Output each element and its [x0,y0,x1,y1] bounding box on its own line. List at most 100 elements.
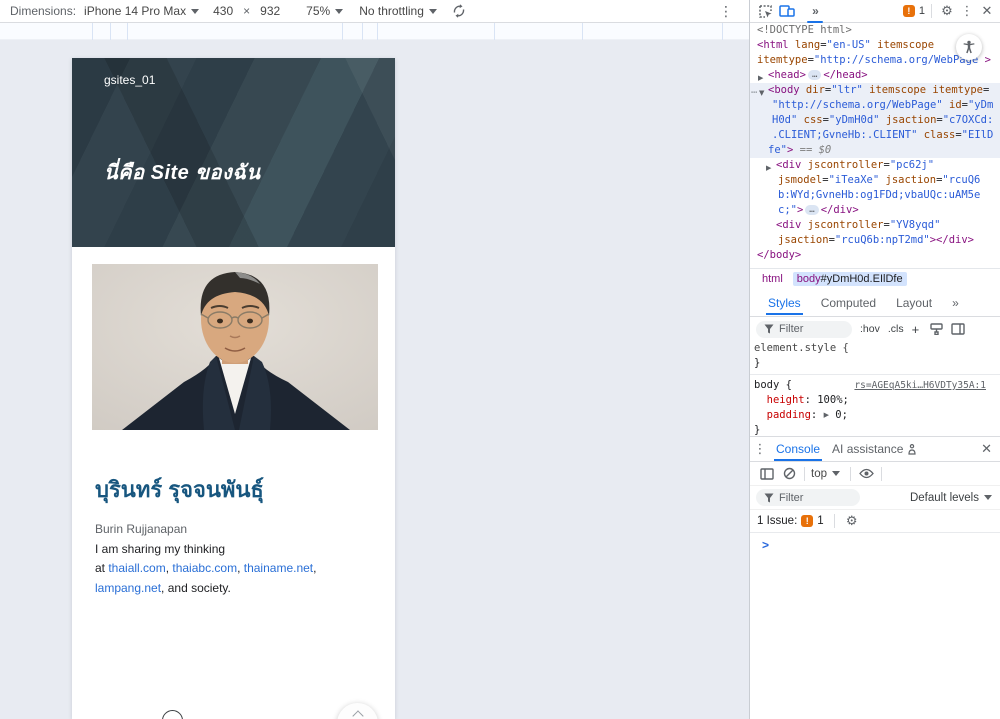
media-query-divider [110,23,111,40]
link-thaiall[interactable]: thaiall.com [108,561,165,575]
console-context-select[interactable]: top [811,468,840,480]
code-token: > [797,204,803,216]
code-token: jsaction [778,234,829,246]
accessibility-tree-button[interactable] [956,34,982,60]
media-query-divider [362,23,363,40]
log-levels-select[interactable]: Default levels [910,492,992,504]
clear-console-icon[interactable] [778,464,800,484]
dom-tree-line[interactable]: </body> [750,248,1000,263]
new-style-rule-icon[interactable]: + [912,322,920,337]
dom-tree-line[interactable]: fe"> == $0 [750,143,1000,158]
tab-ai-assistance[interactable]: AI assistance [826,438,923,460]
code-token: </body> [757,249,801,261]
dom-tree-line[interactable]: b:WYd;GvneHb:og1FDd;vbaUQc:uAM5e [750,188,1000,203]
tab-console[interactable]: Console [770,438,826,460]
code-token: class [917,129,955,141]
console-settings-gear-icon[interactable]: ⚙ [843,513,861,529]
code-token: > [978,54,991,66]
style-property[interactable]: padding: ▶ 0; [750,408,1000,423]
link-lampang[interactable]: lampang.net [95,581,161,595]
console-prompt-chevron: > [762,538,769,552]
device-toolbar-menu-icon[interactable]: ⋮ [719,3,733,20]
device-select[interactable]: iPhone 14 Pro Max [84,4,199,18]
link-thaiabc[interactable]: thaiabc.com [172,561,237,575]
dom-tree-line[interactable]: ▶<div jscontroller="pc62j" [750,158,1000,173]
breadcrumb-html[interactable]: html [758,272,787,286]
media-query-bar[interactable] [0,23,749,40]
dom-tree-line[interactable]: H0d" css="yDmH0d" jsaction="c7OXCd: [750,113,1000,128]
viewport-height-field[interactable]: 932 [260,4,280,18]
code-token: b:WYd;GvneHb:og1FDd;vbaUQc:uAM5e [778,189,980,201]
dom-tree-line[interactable]: .CLIENT;GvneHb:.CLIENT" class="EIlD [750,128,1000,143]
rendering-emulation-icon[interactable] [925,319,947,339]
tab-computed[interactable]: Computed [813,291,884,315]
toggle-classes-button[interactable]: .cls [888,323,904,335]
link-thainame[interactable]: thainame.net [244,561,313,575]
code-token: "en-US" [827,39,871,51]
adorner-ellipsis[interactable]: … [751,83,757,98]
style-token: 0; [829,409,848,421]
code-token: "rcuQ6b:npT2md" [835,234,930,246]
styles-filter-input[interactable]: Filter [756,321,852,338]
style-token: : [811,409,824,421]
devtools-menu-icon[interactable]: ⋮ [958,3,976,19]
code-token: "http://schema.org/WebPage [814,54,978,66]
throttling-select[interactable]: No throttling [359,4,437,18]
dom-tree-line[interactable]: <div jscontroller="YV8yqd" [750,218,1000,233]
dom-tree-line[interactable]: jsaction="rcuQ6b:npT2md"></div> [750,233,1000,248]
tab-styles[interactable]: Styles [760,291,809,315]
console-sidebar-toggle-icon[interactable] [756,464,778,484]
scroll-top-button[interactable] [337,703,378,719]
rotate-device-icon[interactable] [451,3,467,19]
viewport-width-field[interactable]: 430 [213,4,233,18]
zoom-select[interactable]: 75% [306,4,343,18]
console-header: ⋮ Console AI assistance ✕ [750,436,1000,462]
more-panels-button[interactable]: » [804,1,826,21]
breadcrumb-body[interactable]: body#yDmH0d.EIlDfe [793,272,907,286]
style-token: } [754,357,760,369]
issues-badge-icon[interactable]: ! [903,5,915,17]
info-icon[interactable] [162,710,183,719]
dom-tree-line[interactable]: "http://schema.org/WebPage" id="yDm [750,98,1000,113]
style-property[interactable]: height: 100%; [750,393,1000,408]
console-filter-input[interactable]: Filter [756,489,860,506]
element-style-rule[interactable]: } [750,356,1000,371]
expand-children-pill[interactable]: … [805,205,818,215]
device-toolbar-toggle-icon[interactable] [776,1,798,21]
computed-sidebar-toggle-icon[interactable] [947,319,969,339]
breadcrumb-tag: body [797,273,821,285]
stylesheet-source-link[interactable]: rs=AGEqA5ki…H6VDTy35A:1 [854,378,986,393]
inspect-element-icon[interactable] [754,1,776,21]
console-prompt[interactable]: > [750,533,1000,557]
bio-links-line2: lampang.net, and society. [95,579,316,599]
code-token: itemscope [863,84,926,96]
bio-text-fragment: at [95,561,108,575]
dom-tree-line[interactable]: jsmodel="iTeaXe" jsaction="rcuQ6 [750,173,1000,188]
issues-badge-icon[interactable]: ! [801,515,813,527]
close-devtools-icon[interactable]: ✕ [978,3,996,19]
styles-pane[interactable]: element.style {} body { rs=AGEqA5ki…H6VDTy… [750,341,1000,436]
media-query-divider [92,23,93,40]
close-console-icon[interactable]: ✕ [981,441,992,457]
rule-separator [750,374,1000,375]
console-menu-icon[interactable]: ⋮ [750,441,770,457]
style-token [754,409,767,421]
style-token: padding [767,409,811,421]
dom-tree-line[interactable]: c;">…</div> [750,203,1000,218]
elements-dom-tree[interactable]: <!DOCTYPE html><html lang="en-US" itemsc… [750,23,1000,268]
toggle-hover-state-button[interactable]: :hov [860,323,880,335]
media-query-divider [377,23,378,40]
tab-layout[interactable]: Layout [888,291,940,315]
body-style-rule[interactable]: body { rs=AGEqA5ki…H6VDTy35A:1 [750,378,1000,393]
site-name[interactable]: gsites_01 [104,73,155,87]
dom-tree-line[interactable]: …▼<body dir="ltr" itemscope itemtype= [750,83,1000,98]
more-tabs-button[interactable]: » [944,291,967,315]
style-token: body { [754,379,792,391]
live-expression-eye-icon[interactable] [855,464,877,484]
expand-children-pill[interactable]: … [808,70,821,80]
element-style-rule[interactable]: element.style { [750,341,1000,356]
dom-tree-line[interactable]: ▶<head>…</head> [750,68,1000,83]
code-token: "ltr" [831,84,863,96]
code-token: lang [789,39,821,51]
settings-gear-icon[interactable]: ⚙ [938,3,956,19]
